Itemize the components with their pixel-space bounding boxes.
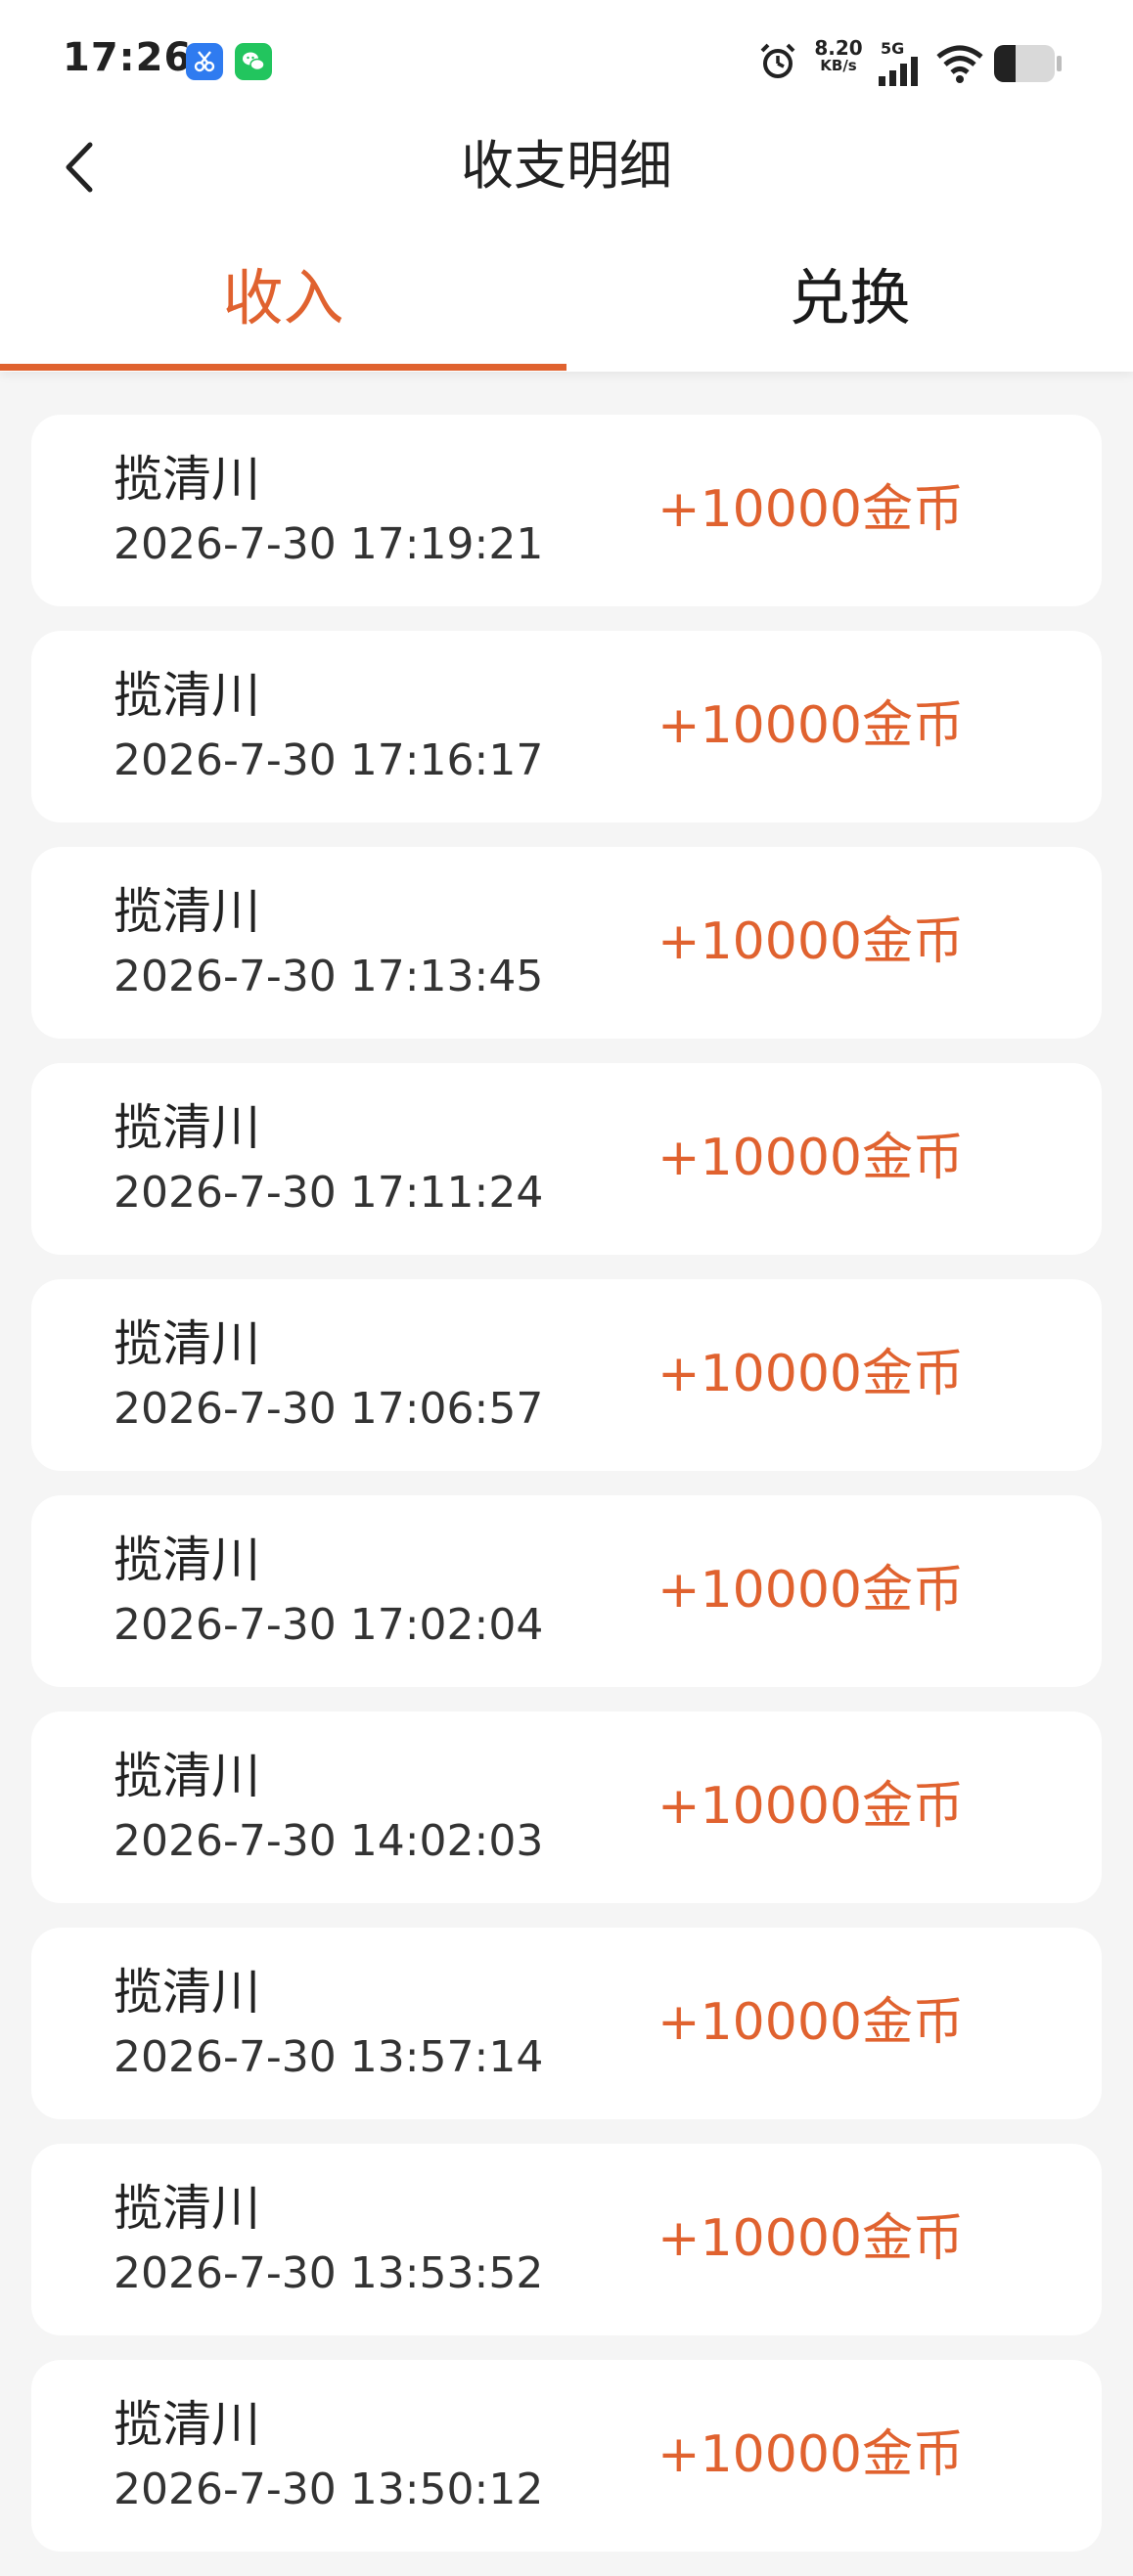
active-tab-indicator bbox=[0, 364, 566, 371]
record-amount: +10000金币 bbox=[657, 2425, 964, 2484]
records-list[interactable]: 揽清川 2026-7-30 17:19:21 +10000金币 揽清川 2026… bbox=[31, 415, 1102, 2576]
record-name: 揽清川 bbox=[113, 1964, 260, 2021]
record-name: 揽清川 bbox=[113, 2180, 260, 2237]
network-type: 5G bbox=[881, 39, 905, 58]
record-amount: +10000金币 bbox=[657, 1993, 964, 2052]
record-name: 揽清川 bbox=[113, 1315, 260, 1372]
list-item[interactable]: 揽清川 2026-7-30 17:16:17 +10000金币 bbox=[31, 631, 1102, 822]
record-time: 2026-7-30 14:02:03 bbox=[113, 1816, 544, 1866]
record-amount: +10000金币 bbox=[657, 2209, 964, 2268]
tab-exchange[interactable]: 兑换 bbox=[566, 244, 1133, 372]
navigation-bar: 收支明细 bbox=[0, 117, 1133, 215]
record-name: 揽清川 bbox=[113, 2396, 260, 2453]
status-time: 17:26 bbox=[63, 35, 193, 80]
scissors-app-icon bbox=[186, 43, 223, 80]
list-item[interactable]: 揽清川 2026-7-30 17:19:21 +10000金币 bbox=[31, 415, 1102, 606]
record-amount: +10000金币 bbox=[657, 480, 964, 539]
record-name: 揽清川 bbox=[113, 1532, 260, 1588]
record-time: 2026-7-30 17:16:17 bbox=[113, 735, 544, 785]
record-time: 2026-7-30 13:50:12 bbox=[113, 2465, 544, 2514]
record-name: 揽清川 bbox=[113, 667, 260, 724]
record-amount: +10000金币 bbox=[657, 1345, 964, 1403]
status-bar: 17:26 8.20 KB/s 5G bbox=[0, 0, 1133, 117]
wechat-icon bbox=[235, 43, 272, 80]
record-time: 2026-7-30 17:13:45 bbox=[113, 952, 544, 1001]
signal-icon bbox=[879, 57, 918, 86]
record-time: 2026-7-30 13:57:14 bbox=[113, 2032, 544, 2082]
top-area: 17:26 8.20 KB/s 5G 收支明细 收入 兑换 bbox=[0, 0, 1133, 372]
record-amount: +10000金币 bbox=[657, 1777, 964, 1836]
tab-income[interactable]: 收入 bbox=[0, 244, 566, 372]
list-item[interactable]: 揽清川 2026-7-30 13:57:14 +10000金币 bbox=[31, 1928, 1102, 2119]
record-name: 揽清川 bbox=[113, 1099, 260, 1156]
record-amount: +10000金币 bbox=[657, 1129, 964, 1187]
record-time: 2026-7-30 17:06:57 bbox=[113, 1384, 544, 1434]
record-time: 2026-7-30 17:19:21 bbox=[113, 519, 544, 569]
record-name: 揽清川 bbox=[113, 451, 260, 508]
list-item[interactable]: 揽清川 2026-7-30 17:06:57 +10000金币 bbox=[31, 1279, 1102, 1471]
tab-bar: 收入 兑换 bbox=[0, 244, 1133, 372]
page-title: 收支明细 bbox=[461, 135, 672, 197]
status-indicators: 8.20 KB/s 5G bbox=[757, 35, 1070, 90]
wifi-icon bbox=[936, 45, 983, 83]
record-amount: +10000金币 bbox=[657, 1561, 964, 1620]
battery-icon bbox=[994, 45, 1062, 82]
alarm-icon bbox=[760, 43, 795, 78]
record-time: 2026-7-30 13:53:52 bbox=[113, 2248, 544, 2298]
network-speed-value: 8.20 bbox=[814, 36, 863, 60]
network-speed: 8.20 KB/s bbox=[810, 36, 867, 74]
list-item[interactable]: 揽清川 2026-7-30 14:02:03 +10000金币 bbox=[31, 1711, 1102, 1903]
record-amount: +10000金币 bbox=[657, 912, 964, 971]
list-item[interactable]: 揽清川 2026-7-30 13:50:12 +10000金币 bbox=[31, 2360, 1102, 2552]
list-item[interactable]: 揽清川 2026-7-30 17:11:24 +10000金币 bbox=[31, 1063, 1102, 1255]
record-time: 2026-7-30 17:11:24 bbox=[113, 1168, 544, 1218]
record-name: 揽清川 bbox=[113, 883, 260, 940]
record-amount: +10000金币 bbox=[657, 696, 964, 755]
list-item[interactable]: 揽清川 2026-7-30 17:02:04 +10000金币 bbox=[31, 1495, 1102, 1687]
record-name: 揽清川 bbox=[113, 1748, 260, 1804]
record-time: 2026-7-30 17:02:04 bbox=[113, 1600, 544, 1650]
list-item[interactable]: 揽清川 2026-7-30 17:13:45 +10000金币 bbox=[31, 847, 1102, 1039]
list-item[interactable]: 揽清川 2026-7-30 13:53:52 +10000金币 bbox=[31, 2144, 1102, 2335]
